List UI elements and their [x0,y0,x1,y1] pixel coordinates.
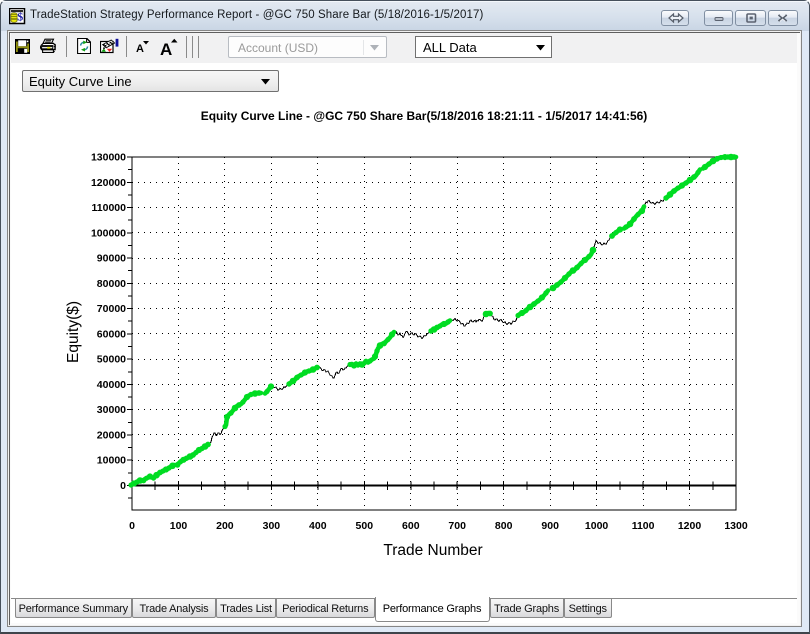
svg-text:60000: 60000 [97,328,126,340]
svg-text:130000: 130000 [91,152,126,164]
svg-text:600: 600 [402,520,420,532]
svg-text:120000: 120000 [91,177,126,189]
svg-text:1300: 1300 [724,520,748,532]
svg-text:40000: 40000 [97,379,126,391]
svg-text:700: 700 [448,520,466,532]
svg-text:20000: 20000 [97,430,126,442]
svg-text:50000: 50000 [97,354,126,366]
svg-text:900: 900 [541,520,559,532]
svg-text:30000: 30000 [97,404,126,416]
svg-text:1000: 1000 [585,520,609,532]
svg-text:500: 500 [356,520,374,532]
svg-text:800: 800 [495,520,513,532]
svg-text:Equity($): Equity($) [65,301,82,363]
svg-text:100000: 100000 [91,227,126,239]
svg-text:Equity Curve Line - @GC 750 Sh: Equity Curve Line - @GC 750 Share Bar(5/… [201,109,648,123]
svg-text:$: $ [17,9,23,23]
svg-text:90000: 90000 [97,253,126,265]
svg-text:0: 0 [129,520,135,532]
svg-text:110000: 110000 [92,202,127,214]
svg-text:100: 100 [170,520,188,532]
svg-text:70000: 70000 [97,303,126,315]
svg-text:200: 200 [216,520,234,532]
svg-text:Trade Number: Trade Number [383,542,482,559]
svg-text:300: 300 [263,520,281,532]
svg-text:0: 0 [120,480,126,492]
svg-text:A: A [136,43,144,54]
svg-text:10000: 10000 [97,455,126,467]
svg-text:1100: 1100 [632,520,655,532]
svg-text:1200: 1200 [678,520,702,532]
svg-text:80000: 80000 [97,278,126,290]
svg-text:A: A [160,40,172,56]
svg-text:400: 400 [309,520,327,532]
